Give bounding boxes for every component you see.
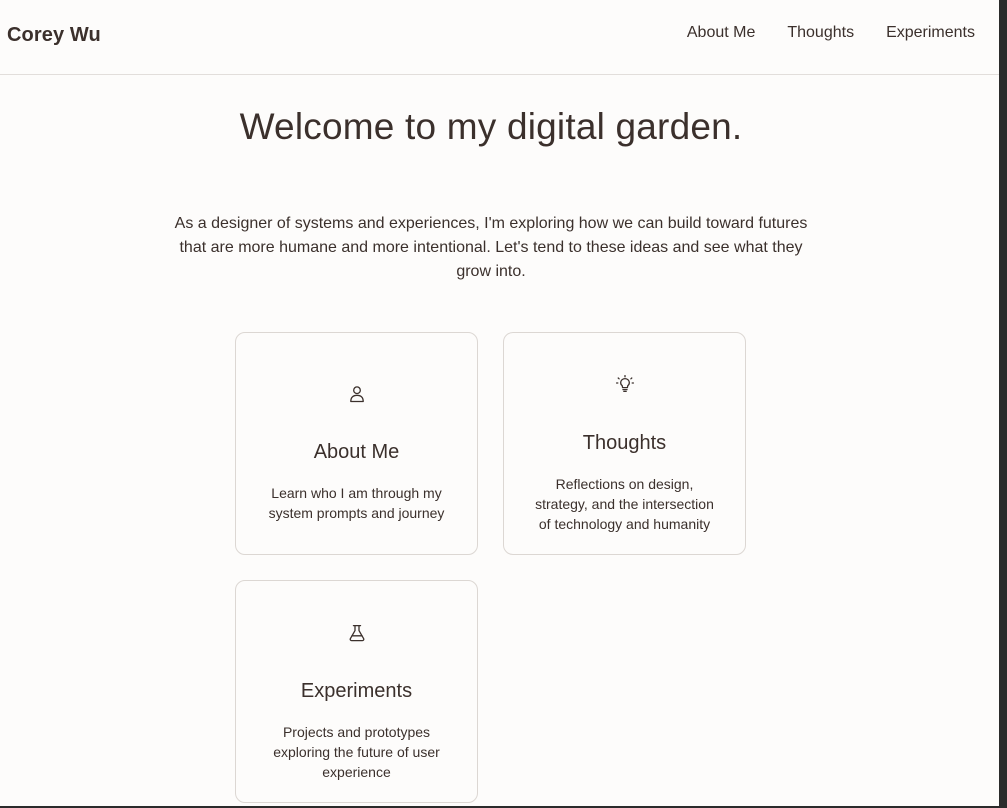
intro-paragraph: As a designer of systems and experiences… xyxy=(174,215,808,280)
card-description: Reflections on design, strategy, and the… xyxy=(535,476,714,532)
page-title: Welcome to my digital garden. xyxy=(239,106,743,147)
site-brand[interactable]: Corey Wu xyxy=(7,24,101,47)
browser-viewport: Corey Wu About Me Thoughts Experiments W… xyxy=(0,0,999,806)
card-title: About Me xyxy=(313,441,400,463)
flask-icon xyxy=(347,623,367,643)
nav-link-about-me[interactable]: About Me xyxy=(687,24,755,42)
card-thoughts[interactable]: Thoughts Reflections on design, strategy… xyxy=(503,332,746,555)
card-title: Experiments xyxy=(300,680,413,702)
person-icon xyxy=(347,384,367,404)
nav-link-experiments[interactable]: Experiments xyxy=(886,24,975,42)
card-description: Learn who I am through my system prompts… xyxy=(268,485,445,521)
card-description: Projects and prototypes exploring the fu… xyxy=(273,724,440,780)
lightbulb-icon xyxy=(615,375,635,395)
nav-link-thoughts[interactable]: Thoughts xyxy=(787,24,854,42)
site-header: Corey Wu About Me Thoughts Experiments xyxy=(0,0,999,75)
main-nav: About Me Thoughts Experiments xyxy=(687,24,975,42)
card-about-me[interactable]: About Me Learn who I am through my syste… xyxy=(235,332,478,555)
card-title: Thoughts xyxy=(582,432,667,454)
card-experiments[interactable]: Experiments Projects and prototypes expl… xyxy=(235,580,478,803)
